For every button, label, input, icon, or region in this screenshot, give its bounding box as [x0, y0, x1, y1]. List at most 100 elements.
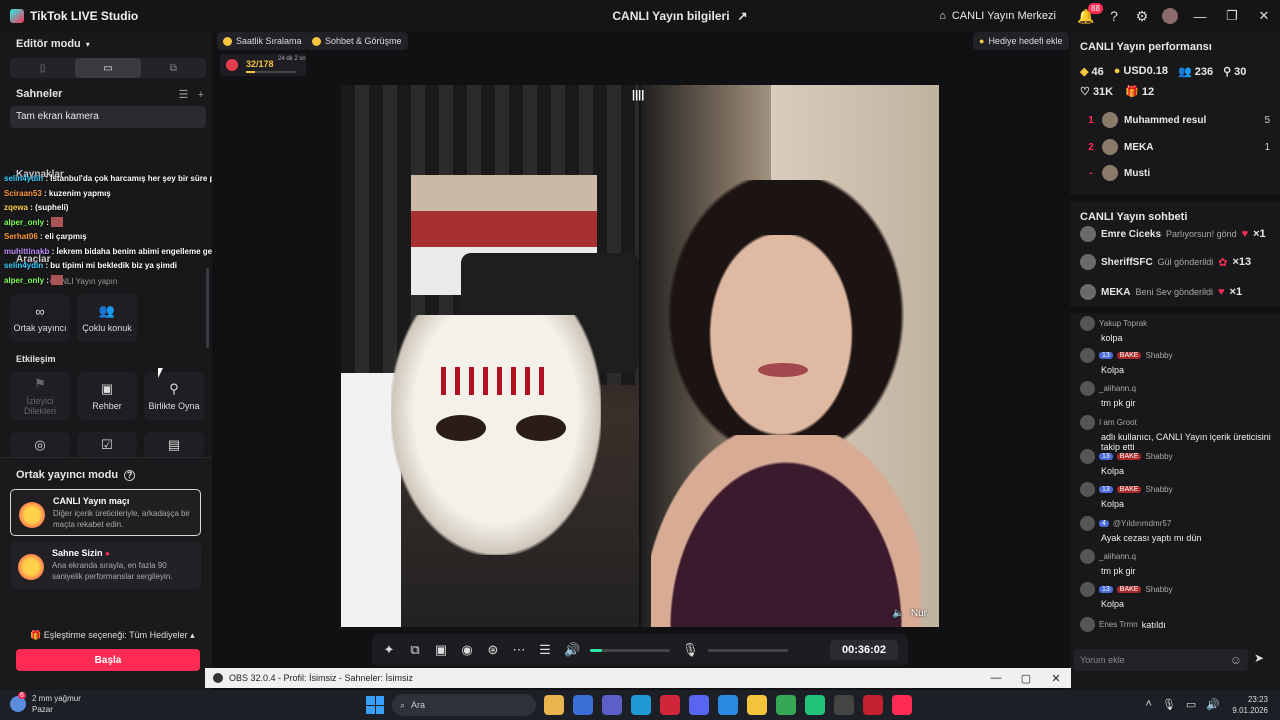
taskbar-search[interactable]: ⌕ Ara — [392, 694, 536, 716]
live-match-card[interactable]: CANLI Yayın maçı Diğer içerik üreticiler… — [10, 489, 201, 536]
send-icon[interactable]: ➤ — [1254, 651, 1264, 665]
gift-icon: 🎁 — [30, 630, 42, 640]
avatar — [1080, 316, 1095, 331]
chat-message: 4 @Yıldırımdmr57 Ayak cezası yaptı mı dün — [1080, 516, 1275, 543]
system-tray: ˄ 🎙 ▭ 🔊 — [1145, 698, 1220, 711]
youtube-icon[interactable] — [863, 695, 883, 715]
discord-icon[interactable] — [689, 695, 709, 715]
more-tool-button[interactable]: ☑ — [77, 432, 137, 457]
avatar — [1080, 226, 1096, 242]
play-together-button[interactable]: ⚲ Birlikte Oyna — [144, 372, 204, 420]
scrollbar[interactable] — [206, 268, 209, 348]
weather-widget[interactable]: 6 2 mm yağmur Pazar — [10, 692, 81, 715]
chat-message: 13 BAKE Shabby Kolpa — [1080, 582, 1275, 609]
close-button[interactable]: ✕ — [1248, 0, 1280, 32]
edge-icon[interactable] — [631, 695, 651, 715]
folder-icon[interactable] — [747, 695, 767, 715]
microphone-icon[interactable]: 🎙 — [682, 642, 699, 658]
emoji-icon[interactable]: ☺ — [1230, 653, 1242, 667]
obs-taskbar-icon[interactable] — [834, 695, 854, 715]
overlay-chat-line: alper_only : — [4, 216, 212, 231]
notification-bell-icon[interactable]: 🔔 88 — [1072, 0, 1103, 32]
chevron-up-icon: ▴ — [190, 630, 195, 640]
record-icon[interactable]: ◉ — [460, 642, 474, 658]
list-icon[interactable]: ☰ — [179, 89, 189, 101]
settings-sliders-icon[interactable]: ☰ — [538, 642, 552, 658]
store-icon[interactable] — [573, 695, 593, 715]
obs-window-bar[interactable]: OBS 32.0.4 - Profil: İsimsiz - Sahneler:… — [205, 668, 1071, 688]
tiktok-taskbar-icon[interactable] — [892, 695, 912, 715]
help-icon[interactable]: ? — [124, 469, 136, 481]
viewer-wishes-button[interactable]: ⚑ İzleyici Dilekleri — [10, 372, 70, 420]
hourly-ranking-pill[interactable]: Saatlik Sıralama — [217, 32, 308, 50]
add-scene-icon[interactable]: + — [198, 89, 204, 101]
profile-avatar[interactable] — [1156, 0, 1184, 32]
mail-icon[interactable] — [718, 695, 738, 715]
diamond-icon: ◆ — [1080, 66, 1089, 78]
ranking-row[interactable]: 1 Muhammed resul 5 — [1080, 110, 1270, 130]
avatar — [1080, 516, 1095, 531]
multi-guest-tool-button[interactable]: 👥 Çoklu konuk — [77, 294, 137, 342]
overlay-chat-line: Sciraan53 : kuzenim yapmış — [4, 188, 111, 198]
audio-level-icon[interactable]: |||| — [632, 89, 644, 101]
scene-item[interactable]: Tam ekran kamera — [10, 106, 206, 128]
stage-is-yours-card[interactable]: Sahne Sizin ● Ana ekranda sırayla, en fa… — [10, 542, 201, 589]
live-info-title[interactable]: CANLI Yayın bilgileri ↗ — [560, 9, 800, 23]
teams-icon[interactable] — [602, 695, 622, 715]
mic-tray-icon[interactable]: 🎙 — [1162, 698, 1176, 711]
avatar — [1102, 112, 1118, 128]
ranking-row[interactable]: - Musti — [1080, 163, 1270, 183]
mic-slider[interactable] — [708, 648, 788, 652]
app-icon[interactable] — [805, 695, 825, 715]
chat-call-pill[interactable]: Sohbet & Görüşme — [306, 32, 408, 50]
live-preview[interactable]: |||| 🔈 Nur — [341, 85, 939, 627]
live-center-button[interactable]: ⌂ CANLI Yayın Merkezi — [939, 10, 1056, 22]
more-tool-button[interactable]: ▤ — [144, 432, 204, 457]
volume-slider[interactable] — [590, 648, 670, 652]
rotate-mode-icon[interactable]: ⧉ — [141, 58, 206, 78]
chrome-icon[interactable] — [544, 695, 564, 715]
maximize-button[interactable]: ❐ — [1216, 0, 1248, 32]
match-option-dropdown[interactable]: 🎁 Eşleştirme seçeneği: Tüm Hediyeler ▴ — [30, 630, 195, 641]
chrome-alt-icon[interactable] — [776, 695, 796, 715]
gift-progress-widget[interactable]: 32/178 24 dk 2 sn — [220, 54, 306, 76]
title-bar: TikTok LIVE Studio CANLI Yayın bilgileri… — [0, 0, 1280, 32]
comment-input[interactable] — [1080, 655, 1220, 665]
minimize-button[interactable]: — — [1184, 0, 1216, 32]
chat-list[interactable]: Yakup Toprak kolpa 13 BAKE Shabby Kolpa _a… — [1070, 314, 1280, 646]
cohost-mode-panel: Ortak yayıncı modu ? CANLI Yayın maçı Di… — [0, 457, 212, 690]
avatar — [1080, 582, 1095, 597]
clock[interactable]: 23:23 9.01.2026 — [1232, 694, 1268, 716]
editor-mode-dropdown[interactable]: Editör modu ▾ — [16, 38, 90, 50]
chat-message: 13 BAKE Shabby Kolpa — [1080, 348, 1275, 375]
obs-maximize-button[interactable]: ▢ — [1011, 672, 1041, 685]
landscape-mode-icon[interactable]: ▭ — [75, 58, 141, 78]
more-tool-button[interactable]: ◎ — [10, 432, 70, 457]
effects-icon[interactable]: ⧉ — [408, 642, 422, 658]
camera-switch-icon[interactable]: ⊛ — [486, 642, 500, 658]
chevron-up-icon[interactable]: ˄ — [1145, 698, 1151, 711]
guide-button[interactable]: ▣ Rehber — [77, 372, 137, 420]
start-button[interactable]: Başla — [16, 649, 200, 671]
network-icon[interactable]: ▭ — [1186, 698, 1196, 711]
portrait-mode-icon[interactable]: ▯ — [10, 58, 75, 78]
volume-tray-icon[interactable]: 🔊 — [1206, 698, 1220, 711]
avatar — [1102, 139, 1118, 155]
more-icon[interactable]: ⋯ — [512, 642, 526, 658]
link-icon: ∞ — [35, 303, 45, 319]
ranking-row[interactable]: 2 MEKA 1 — [1080, 137, 1270, 157]
layout-mode-toggle: ▯ ▭ ⧉ — [10, 58, 206, 78]
share-icon[interactable]: ↗ — [738, 9, 748, 23]
add-gift-goal-button[interactable]: ● Hediye hedefi ekle — [973, 32, 1069, 50]
overlay-chat-line: Serhat06 : eli çarpmış — [4, 232, 87, 241]
magic-wand-icon[interactable]: ✦ — [382, 642, 396, 658]
gear-icon[interactable]: ⚙ — [1128, 0, 1156, 32]
volume-icon[interactable]: 🔊 — [564, 642, 580, 658]
cohost-tool-button[interactable]: ∞ Ortak yayıncı — [10, 294, 70, 342]
obs-minimize-button[interactable]: — — [981, 672, 1011, 685]
layout-icon[interactable]: ▣ — [434, 642, 448, 658]
help-icon[interactable]: ? — [1100, 0, 1128, 32]
obs-close-button[interactable]: ✕ — [1041, 672, 1071, 685]
windows-start-icon[interactable] — [366, 696, 384, 714]
opera-icon[interactable] — [660, 695, 680, 715]
